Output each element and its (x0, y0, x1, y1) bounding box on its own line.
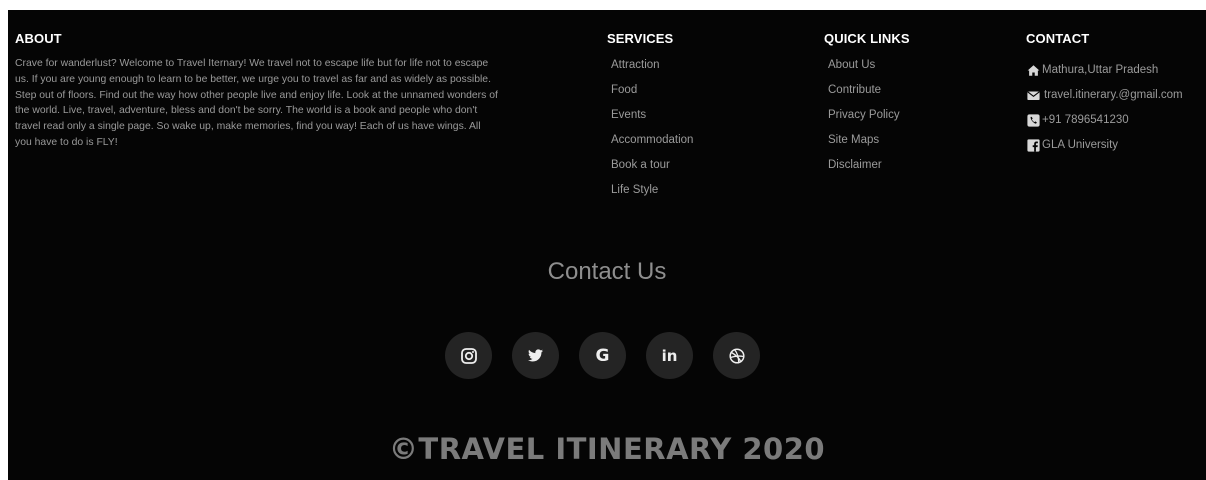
quick-link-about-us[interactable]: About Us (828, 58, 900, 83)
contact-email[interactable]: travel.itinerary.@gmail.com (1027, 83, 1183, 108)
quick-link-contribute[interactable]: Contribute (828, 83, 900, 108)
service-link-accommodation[interactable]: Accommodation (611, 133, 693, 158)
social-links: G in (445, 332, 760, 379)
copyright-text: ©TRAVEL ITINERARY 2020 (388, 432, 826, 466)
contact-address: Mathura,Uttar Pradesh (1027, 58, 1183, 83)
services-list: Attraction Food Events Accommodation Boo… (611, 58, 693, 208)
service-link-book-a-tour[interactable]: Book a tour (611, 158, 693, 183)
service-link-food[interactable]: Food (611, 83, 693, 108)
service-link-events[interactable]: Events (611, 108, 693, 133)
contact-email-text: travel.itinerary.@gmail.com (1044, 89, 1183, 101)
service-link-life-style[interactable]: Life Style (611, 183, 693, 208)
service-link-attraction[interactable]: Attraction (611, 58, 693, 83)
google-button[interactable]: G (579, 332, 626, 379)
contact-list: Mathura,Uttar Pradesh travel.itinerary.@… (1027, 58, 1183, 158)
home-icon (1027, 65, 1040, 76)
contact-address-text: Mathura,Uttar Pradesh (1042, 64, 1159, 76)
contact-facebook-text: GLA University (1042, 139, 1119, 151)
dribbble-icon (728, 347, 745, 364)
contact-heading: CONTACT (1026, 31, 1090, 46)
facebook-icon (1027, 139, 1040, 152)
contact-us-title: Contact Us (547, 258, 667, 285)
twitter-button[interactable] (512, 332, 559, 379)
quick-links-list: About Us Contribute Privacy Policy Site … (828, 58, 900, 183)
site-footer: ABOUT Crave for wanderlust? Welcome to T… (8, 10, 1206, 480)
contact-phone-text: +91 7896541230 (1042, 114, 1129, 126)
google-icon: G (595, 345, 610, 366)
dribbble-button[interactable] (713, 332, 760, 379)
contact-phone[interactable]: +91 7896541230 (1027, 108, 1183, 133)
instagram-button[interactable] (445, 332, 492, 379)
quick-link-disclaimer[interactable]: Disclaimer (828, 158, 900, 183)
quick-link-privacy-policy[interactable]: Privacy Policy (828, 108, 900, 133)
services-heading: SERVICES (607, 31, 674, 46)
about-text: Crave for wanderlust? Welcome to Travel … (15, 58, 498, 148)
envelope-icon (1027, 91, 1040, 100)
linkedin-button[interactable]: in (646, 332, 693, 379)
instagram-icon (460, 347, 477, 364)
contact-facebook[interactable]: GLA University (1027, 133, 1183, 158)
twitter-icon (528, 349, 543, 362)
quick-link-site-maps[interactable]: Site Maps (828, 133, 900, 158)
phone-icon (1027, 114, 1040, 127)
about-heading: ABOUT (15, 31, 62, 46)
linkedin-icon: in (661, 346, 678, 365)
quick-links-heading: QUICK LINKS (824, 31, 910, 46)
